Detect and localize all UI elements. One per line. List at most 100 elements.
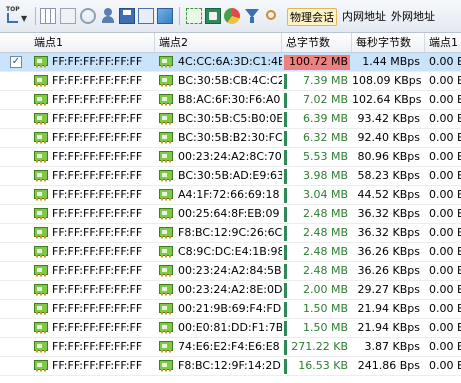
table-row[interactable]: FF:FF:FF:FF:FF:FF 00:23:24:A2:8C:70 5.53 M… xyxy=(0,148,461,167)
bytes-per-second-value: 1.44 MBps xyxy=(362,55,420,68)
total-bytes-value: 5.53 MB xyxy=(302,150,348,163)
endpoint1-address: FF:FF:FF:FF:FF:FF xyxy=(52,226,143,239)
column-header-endpoint1-bytes[interactable]: 端点1 xyxy=(425,33,461,52)
column-header-endpoint2[interactable]: 端点2 xyxy=(155,33,282,52)
total-bytes-value: 271.22 KB xyxy=(291,340,348,353)
table-row[interactable]: FF:FF:FF:FF:FF:FF BC:30:5B:CB:4C:C2 7.39 M… xyxy=(0,72,461,91)
total-bytes-value: 7.02 MB xyxy=(302,93,348,106)
pie-icon[interactable] xyxy=(224,8,240,24)
network-card-icon xyxy=(159,227,173,239)
network-card-icon xyxy=(159,360,173,372)
save-icon[interactable] xyxy=(119,8,135,24)
table-row[interactable]: FF:FF:FF:FF:FF:FF 00:23:24:A2:84:5B 2.48 M… xyxy=(0,262,461,281)
chevron-down-icon: ▼ xyxy=(21,14,28,23)
column-header-endpoint1[interactable]: 端点1 xyxy=(0,33,155,52)
table-row[interactable]: FF:FF:FF:FF:FF:FF 00:21:9B:69:F4:FD 1.50 M… xyxy=(0,300,461,319)
bytes-per-second-value: 102.64 KBps xyxy=(352,93,422,106)
bytes-per-second-value: 36.26 KBps xyxy=(357,245,420,258)
refresh-icon[interactable] xyxy=(80,8,96,24)
column-header-total-bytes[interactable]: 总字节数 xyxy=(282,33,352,52)
table-row[interactable]: FF:FF:FF:FF:FF:FF A4:1F:72:66:69:18 3.04 M… xyxy=(0,186,461,205)
bytes-per-second-value: 3.87 KBps xyxy=(364,340,420,353)
toolbar-separator xyxy=(35,7,36,25)
network-card-icon xyxy=(34,360,48,372)
endpoint2-address: F8:BC:12:9F:14:2D xyxy=(178,359,281,372)
bytes-per-second-value: 29.27 KBps xyxy=(357,283,420,296)
endpoint1-address: FF:FF:FF:FF:FF:FF xyxy=(52,150,143,163)
table-row[interactable]: FF:FF:FF:FF:FF:FF BC:30:5B:B2:30:FC 6.32 M… xyxy=(0,129,461,148)
settings-icon[interactable] xyxy=(264,8,280,24)
total-bytes-value: 100.72 MB xyxy=(288,55,348,68)
endpoint1-address: FF:FF:FF:FF:FF:FF xyxy=(52,302,143,315)
endpoint1-address: FF:FF:FF:FF:FF:FF xyxy=(52,359,143,372)
top-n-dropdown[interactable]: TOP ▼ xyxy=(4,6,30,26)
network-card-icon xyxy=(159,303,173,315)
table-row[interactable]: FF:FF:FF:FF:FF:FF C8:9C:DC:E4:1B:98 2.48 M… xyxy=(0,243,461,262)
export-icon[interactable] xyxy=(138,8,154,24)
network-card-icon xyxy=(34,94,48,106)
network-card-icon xyxy=(159,132,173,144)
endpoint1-bytes-value: 0.00 B xyxy=(429,55,461,68)
network-card-icon xyxy=(159,208,173,220)
endpoint1-bytes-value: 0.00 B xyxy=(429,321,461,334)
bytes-per-second-value: 92.40 KBps xyxy=(357,131,420,144)
table-row[interactable]: FF:FF:FF:FF:FF:FF BC:30:5B:AD:E9:63 3.98 M… xyxy=(0,167,461,186)
endpoint2-address: 00:25:64:8F:EB:09 xyxy=(178,207,280,220)
network-card-icon xyxy=(159,94,173,106)
copy-icon[interactable] xyxy=(60,8,76,24)
filter-icon[interactable] xyxy=(244,8,260,24)
select-icon[interactable] xyxy=(186,8,202,24)
network-card-icon xyxy=(159,284,173,296)
table-row[interactable]: FF:FF:FF:FF:FF:FF F8:BC:12:9F:14:2D 16.53 … xyxy=(0,357,461,376)
endpoint1-address: FF:FF:FF:FF:FF:FF xyxy=(52,74,143,87)
network-card-icon xyxy=(159,170,173,182)
row-checkbox[interactable]: ✓ xyxy=(10,56,22,68)
endpoint2-address: F8:BC:12:9C:26:6C xyxy=(178,226,282,239)
table-header: 端点1 端点2 总字节数 每秒字节数 端点1 xyxy=(0,33,461,53)
user-icon[interactable] xyxy=(100,8,116,24)
endpoint1-address: FF:FF:FF:FF:FF:FF xyxy=(52,321,143,334)
network-card-icon xyxy=(34,246,48,258)
image-icon[interactable] xyxy=(157,8,173,24)
total-bytes-value: 1.50 MB xyxy=(302,302,348,315)
total-bytes-value: 6.39 MB xyxy=(302,112,348,125)
endpoint2-address: C8:9C:DC:E4:1B:98 xyxy=(178,245,282,258)
endpoint1-bytes-value: 0.00 B xyxy=(429,188,461,201)
network-card-icon xyxy=(34,151,48,163)
endpoint2-address: BC:30:5B:CB:4C:C2 xyxy=(178,74,282,87)
network-card-icon xyxy=(159,246,173,258)
bytes-per-second-value: 80.96 KBps xyxy=(357,150,420,163)
network-card-icon xyxy=(34,284,48,296)
endpoint2-address: 00:23:24:A2:8E:0D:19 xyxy=(178,283,282,296)
table-row[interactable]: FF:FF:FF:FF:FF:FF 74:E6:E2:F4:E6:E8 271.22… xyxy=(0,338,461,357)
table-row[interactable]: FF:FF:FF:FF:FF:FF B8:AC:6F:30:F6:A0 7.02 M… xyxy=(0,91,461,110)
total-bytes-value: 6.32 MB xyxy=(302,131,348,144)
column-header-bytes-per-second[interactable]: 每秒字节数 xyxy=(352,33,425,52)
network-card-icon xyxy=(159,113,173,125)
table-row[interactable]: ✓ FF:FF:FF:FF:FF:FF 4C:CC:6A:3D:C1:4E 100.7… xyxy=(0,53,461,72)
total-bytes-value: 3.98 MB xyxy=(302,169,348,182)
endpoint1-bytes-value: 0.00 B xyxy=(429,283,461,296)
tab-internal-address[interactable]: 内网地址 xyxy=(340,8,388,26)
table-row[interactable]: FF:FF:FF:FF:FF:FF 00:E0:81:DD:F1:7B 1.50 M… xyxy=(0,319,461,338)
network-card-icon xyxy=(159,151,173,163)
endpoint2-address: 00:E0:81:DD:F1:7B xyxy=(178,321,282,334)
endpoint1-bytes-value: 0.00 B xyxy=(429,359,461,372)
total-bytes-value: 2.48 MB xyxy=(302,207,348,220)
endpoint2-address: A4:1F:72:66:69:18 xyxy=(178,188,280,201)
chart-icon[interactable] xyxy=(205,8,221,24)
table-row[interactable]: FF:FF:FF:FF:FF:FF 00:25:64:8F:EB:09 2.48 M… xyxy=(0,205,461,224)
bytes-per-second-value: 21.94 KBps xyxy=(357,302,420,315)
table-row[interactable]: FF:FF:FF:FF:FF:FF 00:23:24:A2:8E:0D:19 2.0… xyxy=(0,281,461,300)
grid-view-icon[interactable] xyxy=(40,8,56,24)
endpoint1-bytes-value: 0.00 B xyxy=(429,340,461,353)
total-bytes-value: 1.50 MB xyxy=(302,321,348,334)
endpoint1-address: FF:FF:FF:FF:FF:FF xyxy=(52,55,143,68)
endpoint1-bytes-value: 0.00 B xyxy=(429,131,461,144)
table-row[interactable]: FF:FF:FF:FF:FF:FF BC:30:5B:C5:B0:0E 6.39 M… xyxy=(0,110,461,129)
endpoint1-bytes-value: 0.00 B xyxy=(429,226,461,239)
endpoint1-address: FF:FF:FF:FF:FF:FF xyxy=(52,188,143,201)
tab-physical-session[interactable]: 物理会话 xyxy=(287,8,337,26)
table-row[interactable]: FF:FF:FF:FF:FF:FF F8:BC:12:9C:26:6C 2.48 M… xyxy=(0,224,461,243)
tab-external-address[interactable]: 外网地址 xyxy=(389,8,437,26)
